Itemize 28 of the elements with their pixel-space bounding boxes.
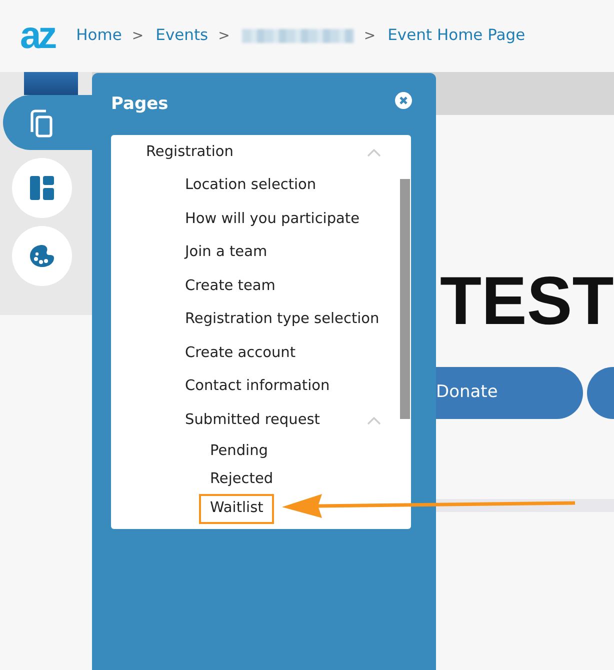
breadcrumb-link[interactable]: Home: [76, 24, 122, 48]
page-item[interactable]: Create account: [185, 342, 296, 365]
layout-icon: [29, 175, 55, 201]
photo-placeholder: [24, 72, 78, 95]
page-item[interactable]: Pending: [210, 440, 268, 463]
breadcrumb-link[interactable]: Event Home Page: [388, 24, 526, 48]
page-item[interactable]: Contact information: [185, 376, 330, 398]
page-item[interactable]: Registration: [146, 142, 234, 164]
panel-title: Pages: [111, 93, 168, 116]
page-item[interactable]: Rejected: [210, 469, 274, 492]
palette-icon: [29, 244, 55, 268]
breadcrumb-separator: >: [218, 26, 230, 46]
breadcrumb-separator: >: [364, 26, 376, 46]
breadcrumb-separator: >: [132, 26, 144, 46]
page-item[interactable]: How will you participate: [185, 208, 360, 231]
page-item[interactable]: Waitlist: [199, 494, 274, 524]
page-item[interactable]: Join a team: [185, 242, 268, 264]
page-item[interactable]: Submitted request: [185, 410, 320, 432]
close-icon[interactable]: [395, 92, 412, 109]
button[interactable]: [587, 367, 614, 419]
copy-icon: [28, 108, 54, 138]
page-item[interactable]: Registration type selection: [185, 309, 380, 332]
page-heading: TEST: [440, 267, 614, 335]
breadcrumb-link[interactable]: Events: [156, 24, 208, 48]
page-item[interactable]: Create team: [185, 276, 276, 298]
donate-button[interactable]: Donate: [436, 367, 583, 419]
page-item[interactable]: Location selection: [185, 175, 316, 198]
scroll-thumb[interactable]: [400, 179, 410, 419]
